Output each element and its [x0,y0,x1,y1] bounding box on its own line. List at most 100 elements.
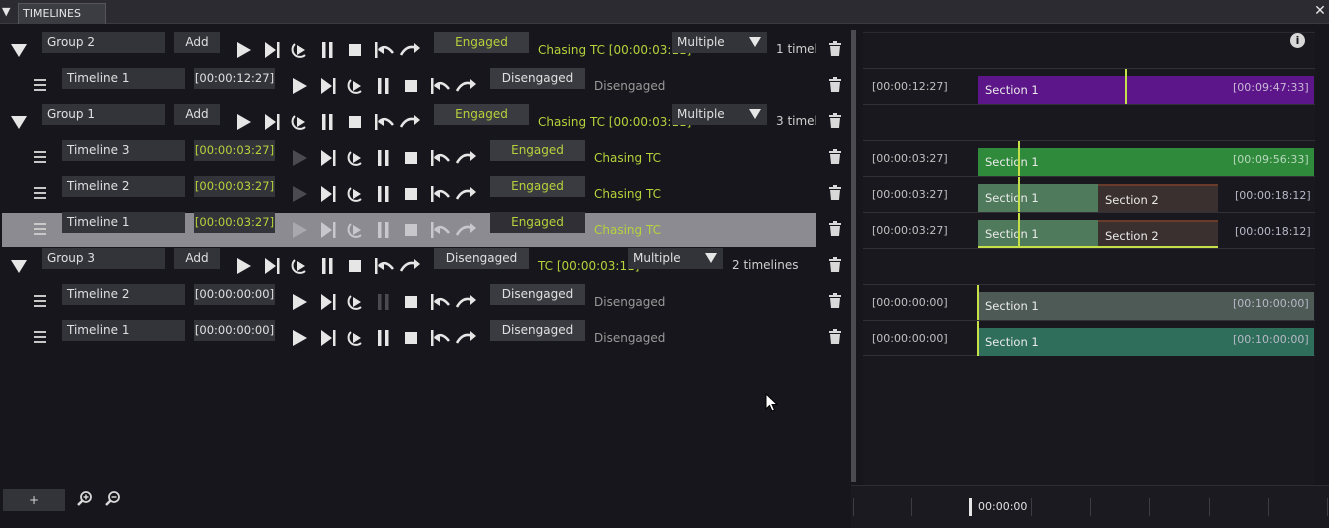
undo-icon[interactable] [431,222,450,238]
timeline-status-button[interactable]: Engaged [490,176,585,197]
undo-icon[interactable] [431,186,450,202]
pause-icon[interactable] [322,258,333,274]
timeline-track[interactable]: [00:00:00:00] Section 1 [00:10:00:00] [863,284,1315,320]
timeline-name-field[interactable]: Timeline 2 [62,284,185,305]
skip-end-icon[interactable] [321,78,332,94]
loop-icon[interactable] [291,259,306,274]
undo-icon[interactable] [375,258,394,274]
stop-icon[interactable] [349,116,361,128]
group-mode-select[interactable]: Multiple [672,104,767,125]
timeline-name-field[interactable]: Timeline 1 [62,212,185,233]
timeline-status-button[interactable]: Disengaged [490,68,585,89]
hamburger-icon[interactable] [34,187,46,199]
transport-icons[interactable] [291,75,491,97]
undo-icon[interactable] [431,294,450,310]
trash-icon[interactable] [829,257,841,273]
zoom-out-icon[interactable] [105,491,121,507]
play-icon[interactable] [293,78,307,94]
stop-icon[interactable] [349,44,361,56]
timeline-track[interactable]: [00:00:03:27] Section 1 [00:09:56:33] [863,140,1315,176]
timeline-row-selected[interactable]: Timeline 1 [00:00:03:27] Engaged Chasing… [0,212,850,248]
loop-icon[interactable] [347,223,362,238]
play-icon[interactable] [293,186,307,202]
stop-icon[interactable] [405,224,417,236]
zoom-in-icon[interactable] [77,491,93,507]
stop-icon[interactable] [349,260,361,272]
tab-menu-icon[interactable]: ▼ [2,5,14,19]
playhead[interactable] [977,321,979,356]
trash-icon[interactable] [829,293,841,309]
hamburger-icon[interactable] [34,79,46,91]
pause-icon[interactable] [322,114,333,130]
playhead[interactable] [1018,213,1020,248]
timeline-name-field[interactable]: Timeline 3 [62,140,185,161]
timeline-tc-field[interactable]: [00:00:03:27] [194,176,275,197]
loop-icon[interactable] [291,115,306,130]
trash-icon[interactable] [829,41,841,57]
transport-icons[interactable] [291,219,491,241]
timeline-name-field[interactable]: Timeline 2 [62,176,185,197]
section-block[interactable]: Section 1 [978,220,1098,248]
timeline-name-field[interactable]: Timeline 1 [62,320,185,341]
add-group-button[interactable]: + [3,489,65,511]
playhead[interactable] [977,285,979,320]
timeline-track[interactable]: [00:00:12:27] Section 1 [00:09:47:33] [863,68,1315,104]
hamburger-icon[interactable] [34,223,46,235]
stop-icon[interactable] [405,332,417,344]
stop-icon[interactable] [405,80,417,92]
trash-icon[interactable] [829,113,841,129]
trash-icon[interactable] [829,185,841,201]
loop-icon[interactable] [347,331,362,346]
group-status-button[interactable]: Engaged [434,104,529,125]
transport-icons[interactable] [291,291,491,313]
loop-icon[interactable] [347,295,362,310]
pause-icon[interactable] [378,150,389,166]
timeline-tc-field[interactable]: [00:00:00:00] [194,320,275,341]
ruler-playhead[interactable] [969,498,972,516]
transport-icons[interactable] [235,39,435,61]
redo-icon[interactable] [455,223,476,236]
play-icon[interactable] [293,150,307,166]
hamburger-icon[interactable] [34,151,46,163]
timeline-tc-field[interactable]: [00:00:00:00] [194,284,275,305]
timeline-track[interactable]: [00:00:03:27] Section 1 Section 2 [00:00… [863,212,1315,248]
section-block[interactable]: Section 2 [1098,184,1218,212]
trash-icon[interactable] [829,77,841,93]
group-name-field[interactable]: Group 1 [42,104,165,125]
skip-end-icon[interactable] [265,114,276,130]
section-block[interactable]: Section 2 [1098,220,1218,248]
group-name-field[interactable]: Group 3 [42,248,165,269]
collapse-icon[interactable] [11,260,27,273]
transport-icons[interactable] [235,255,435,277]
playhead[interactable] [1018,177,1020,212]
redo-icon[interactable] [399,43,420,56]
group-mode-select[interactable]: Multiple [672,32,767,53]
skip-end-icon[interactable] [265,42,276,58]
skip-end-icon[interactable] [321,222,332,238]
redo-icon[interactable] [455,151,476,164]
redo-icon[interactable] [399,259,420,272]
hamburger-icon[interactable] [34,331,46,343]
close-icon[interactable]: ✕ [1313,4,1327,18]
add-button[interactable]: Add [174,32,220,53]
pause-icon[interactable] [322,42,333,58]
transport-icons[interactable] [291,327,491,349]
timeline-tc-field[interactable]: [00:00:03:27] [194,212,275,233]
skip-end-icon[interactable] [321,150,332,166]
pause-icon[interactable] [378,78,389,94]
skip-end-icon[interactable] [321,186,332,202]
add-button[interactable]: Add [174,104,220,125]
loop-icon[interactable] [347,151,362,166]
undo-icon[interactable] [431,330,450,346]
loop-icon[interactable] [347,79,362,94]
undo-icon[interactable] [375,114,394,130]
play-icon[interactable] [293,330,307,346]
pause-icon[interactable] [378,330,389,346]
timeline-track[interactable]: [00:00:00:00] Section 1 [00:10:00:00] [863,320,1315,356]
redo-icon[interactable] [399,115,420,128]
redo-icon[interactable] [455,331,476,344]
section-block[interactable]: Section 1 [978,184,1098,212]
undo-icon[interactable] [431,78,450,94]
play-icon[interactable] [237,114,251,130]
redo-icon[interactable] [455,295,476,308]
